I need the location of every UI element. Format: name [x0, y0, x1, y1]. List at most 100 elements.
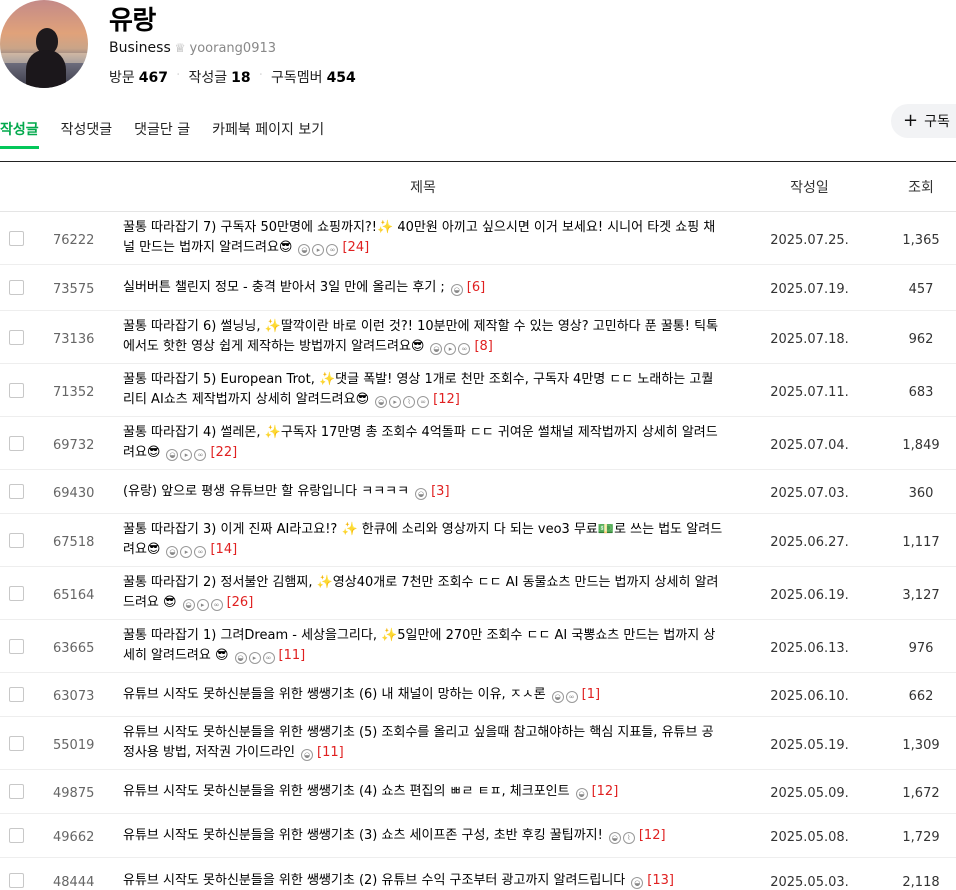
profile-stats: 방문 467 · 작성글 18 · 구독멤버 454 — [109, 67, 356, 87]
row-checkbox[interactable] — [9, 435, 24, 451]
row-checkbox[interactable] — [9, 735, 24, 751]
tab-cafebook[interactable]: 카페북 페이지 보기 — [212, 119, 324, 149]
row-checkbox[interactable] — [9, 329, 24, 345]
table-row[interactable]: 55019 유튜브 시작도 못하신분들을 위한 쌩쌩기초 (5) 조회수를 올리고… — [0, 716, 956, 770]
table-row[interactable]: 69732 꿀통 따라잡기 4) 썰레몬, ✨구독자 17만명 총 조회수 4억돌… — [0, 416, 956, 470]
row-checkbox[interactable] — [9, 638, 24, 654]
post-number: 63073 — [45, 672, 113, 717]
table-row[interactable]: 49875 유튜브 시작도 못하신분들을 위한 쌩쌩기초 (4) 쇼츠 편집의 ㅃ… — [0, 769, 956, 814]
post-title-link[interactable]: 실버버튼 챌린지 정모 - 충격 받아서 3일 만에 올리는 후기 ; — [123, 280, 445, 295]
post-title-link[interactable]: 꿀통 따라잡기 1) 그려Dream - 세상을그리다, ✨5일만에 270만 … — [123, 628, 715, 663]
header-no — [45, 161, 113, 212]
post-title-link[interactable]: (유랑) 앞으로 평생 유튜브만 할 유랑입니다 ㅋㅋㅋㅋ — [123, 484, 409, 499]
table-row[interactable]: 48444 유튜브 시작도 못하신분들을 위한 쌩쌩기초 (2) 유튜브 수익 구… — [0, 857, 956, 890]
table-row[interactable]: 71352 꿀통 따라잡기 5) European Trot, ✨댓글 폭발! 영… — [0, 363, 956, 417]
comment-count[interactable]: [26] — [227, 595, 254, 610]
img-icon: ◒ — [182, 599, 195, 611]
link-icon: ∞ — [210, 599, 223, 611]
table-row[interactable]: 49662 유튜브 시작도 못하신분들을 위한 쌩쌩기초 (3) 쇼츠 세이프존 … — [0, 813, 956, 858]
post-number: 76222 — [45, 211, 113, 265]
comment-count[interactable]: [6] — [467, 280, 485, 295]
row-checkbox[interactable] — [9, 784, 24, 799]
row-checkbox[interactable] — [9, 585, 24, 601]
table-row[interactable]: 63665 꿀통 따라잡기 1) 그려Dream - 세상을그리다, ✨5일만에 … — [0, 619, 956, 673]
row-check-cell — [0, 469, 45, 514]
profile-tabs: 작성글 작성댓글 댓글단 글 카페북 페이지 보기 — [0, 119, 346, 149]
comment-count[interactable]: [24] — [342, 240, 369, 255]
post-date: 2025.05.19. — [733, 716, 886, 770]
table-row[interactable]: 65164 꿀통 따라잡기 2) 정서불안 김햄찌, ✨영상40개로 7천만 조회… — [0, 566, 956, 620]
table-row[interactable]: 73136 꿀통 따라잡기 6) 썰닝닝, ✨딸깍이란 바로 이런 것?! 10분… — [0, 310, 956, 364]
link-icon: ∞ — [194, 449, 207, 461]
post-title-link[interactable]: 꿀통 따라잡기 6) 썰닝닝, ✨딸깍이란 바로 이런 것?! 10분만에 제작… — [123, 319, 718, 354]
table-row[interactable]: 76222 꿀통 따라잡기 7) 구독자 50만명에 쇼핑까지?!✨ 40만원 아… — [0, 211, 956, 265]
attachment-icons: ◒ ▸ ∞ — [182, 599, 223, 611]
table-row[interactable]: 73575 실버버튼 챌린지 정모 - 충격 받아서 3일 만에 올리는 후기 ;… — [0, 264, 956, 311]
post-title-link[interactable]: 유튜브 시작도 못하신분들을 위한 쌩쌩기초 (6) 내 채널이 망하는 이유,… — [123, 687, 546, 702]
comment-count[interactable]: [14] — [210, 542, 237, 557]
video-icon: ▸ — [180, 546, 193, 558]
row-checkbox[interactable] — [9, 484, 24, 499]
crown-icon: ♕ — [174, 41, 186, 55]
row-checkbox[interactable] — [9, 382, 24, 398]
profile-name: 유랑 — [109, 6, 156, 36]
row-check-cell — [0, 513, 45, 567]
comment-count[interactable]: [12] — [592, 784, 619, 799]
video-icon: ▸ — [444, 343, 457, 355]
link-icon: ∞ — [194, 546, 207, 558]
comment-count[interactable]: [12] — [639, 828, 666, 843]
post-number: 73136 — [45, 310, 113, 364]
video-icon: ▸ — [248, 652, 261, 664]
comment-count[interactable]: [12] — [433, 392, 460, 407]
row-checkbox[interactable] — [9, 280, 24, 295]
comment-count[interactable]: [8] — [474, 339, 492, 354]
tab-posts[interactable]: 작성글 — [0, 119, 39, 149]
post-title-cell: 꿀통 따라잡기 7) 구독자 50만명에 쇼핑까지?!✨ 40만원 아끼고 싶으… — [113, 211, 733, 265]
post-views: 3,127 — [886, 566, 956, 620]
post-number: 63665 — [45, 619, 113, 673]
header-check — [0, 161, 45, 212]
post-title-link[interactable]: 유튜브 시작도 못하신분들을 위한 쌩쌩기초 (4) 쇼츠 편집의 ㅃㄹ ㅌㅍ,… — [123, 784, 570, 799]
row-check-cell — [0, 264, 45, 311]
comment-count[interactable]: [1] — [582, 687, 600, 702]
table-row[interactable]: 69430 (유랑) 앞으로 평생 유튜브만 할 유랑입니다 ㅋㅋㅋㅋ ◒ [3] 20… — [0, 469, 956, 514]
img-icon: ◒ — [415, 487, 428, 500]
post-title-cell: 꿀통 따라잡기 5) European Trot, ✨댓글 폭발! 영상 1개로… — [113, 363, 733, 417]
row-checkbox[interactable] — [9, 687, 24, 702]
comment-count[interactable]: [11] — [317, 745, 344, 760]
post-title-link[interactable]: 꿀통 따라잡기 7) 구독자 50만명에 쇼핑까지?!✨ 40만원 아끼고 싶으… — [123, 220, 715, 255]
row-checkbox[interactable] — [9, 873, 24, 888]
table-row[interactable]: 67518 꿀통 따라잡기 3) 이게 진짜 AI라고요!? ✨ 한큐에 소리와 … — [0, 513, 956, 567]
link-icon: ∞ — [417, 396, 430, 408]
post-date: 2025.07.04. — [733, 416, 886, 470]
avatar[interactable] — [0, 0, 88, 88]
post-title-link[interactable]: 유튜브 시작도 못하신분들을 위한 쌩쌩기초 (5) 조회수를 올리고 싶을때 … — [123, 725, 714, 760]
header-title: 제목 — [113, 161, 733, 212]
img-icon: ◒ — [301, 749, 314, 761]
comment-count[interactable]: [11] — [279, 648, 306, 663]
comment-count[interactable]: [3] — [431, 484, 449, 499]
stat-posts: 작성글 18 — [188, 70, 251, 86]
row-checkbox[interactable] — [9, 230, 24, 246]
row-checkbox[interactable] — [9, 828, 24, 843]
file-icon: ⌇ — [622, 831, 635, 844]
post-views: 1,729 — [886, 813, 956, 858]
post-title-link[interactable]: 유튜브 시작도 못하신분들을 위한 쌩쌩기초 (3) 쇼츠 세이프존 구성, 초… — [123, 828, 603, 843]
tab-commented-posts[interactable]: 댓글단 글 — [134, 119, 190, 149]
img-icon: ◒ — [450, 283, 463, 296]
row-check-cell — [0, 672, 45, 717]
comment-count[interactable]: [22] — [210, 445, 237, 460]
table-row[interactable]: 63073 유튜브 시작도 못하신분들을 위한 쌩쌩기초 (6) 내 채널이 망하… — [0, 672, 956, 717]
subscribe-button[interactable]: + 구독 — [891, 104, 956, 138]
post-title-link[interactable]: 유튜브 시작도 못하신분들을 위한 쌩쌩기초 (2) 유튜브 수익 구조부터 광… — [123, 873, 625, 888]
comment-count[interactable]: [13] — [647, 873, 674, 888]
tab-comments[interactable]: 작성댓글 — [61, 119, 113, 149]
post-date: 2025.07.03. — [733, 469, 886, 514]
post-table: 제목 작성일 조회 76222 꿀통 따라잡기 7) 구독자 50만명에 쇼핑까지… — [0, 161, 956, 890]
post-number: 55019 — [45, 716, 113, 770]
post-views: 1,849 — [886, 416, 956, 470]
header-views: 조회 — [886, 161, 956, 212]
img-icon: ◒ — [631, 876, 644, 889]
post-number: 65164 — [45, 566, 113, 620]
row-checkbox[interactable] — [9, 532, 24, 548]
